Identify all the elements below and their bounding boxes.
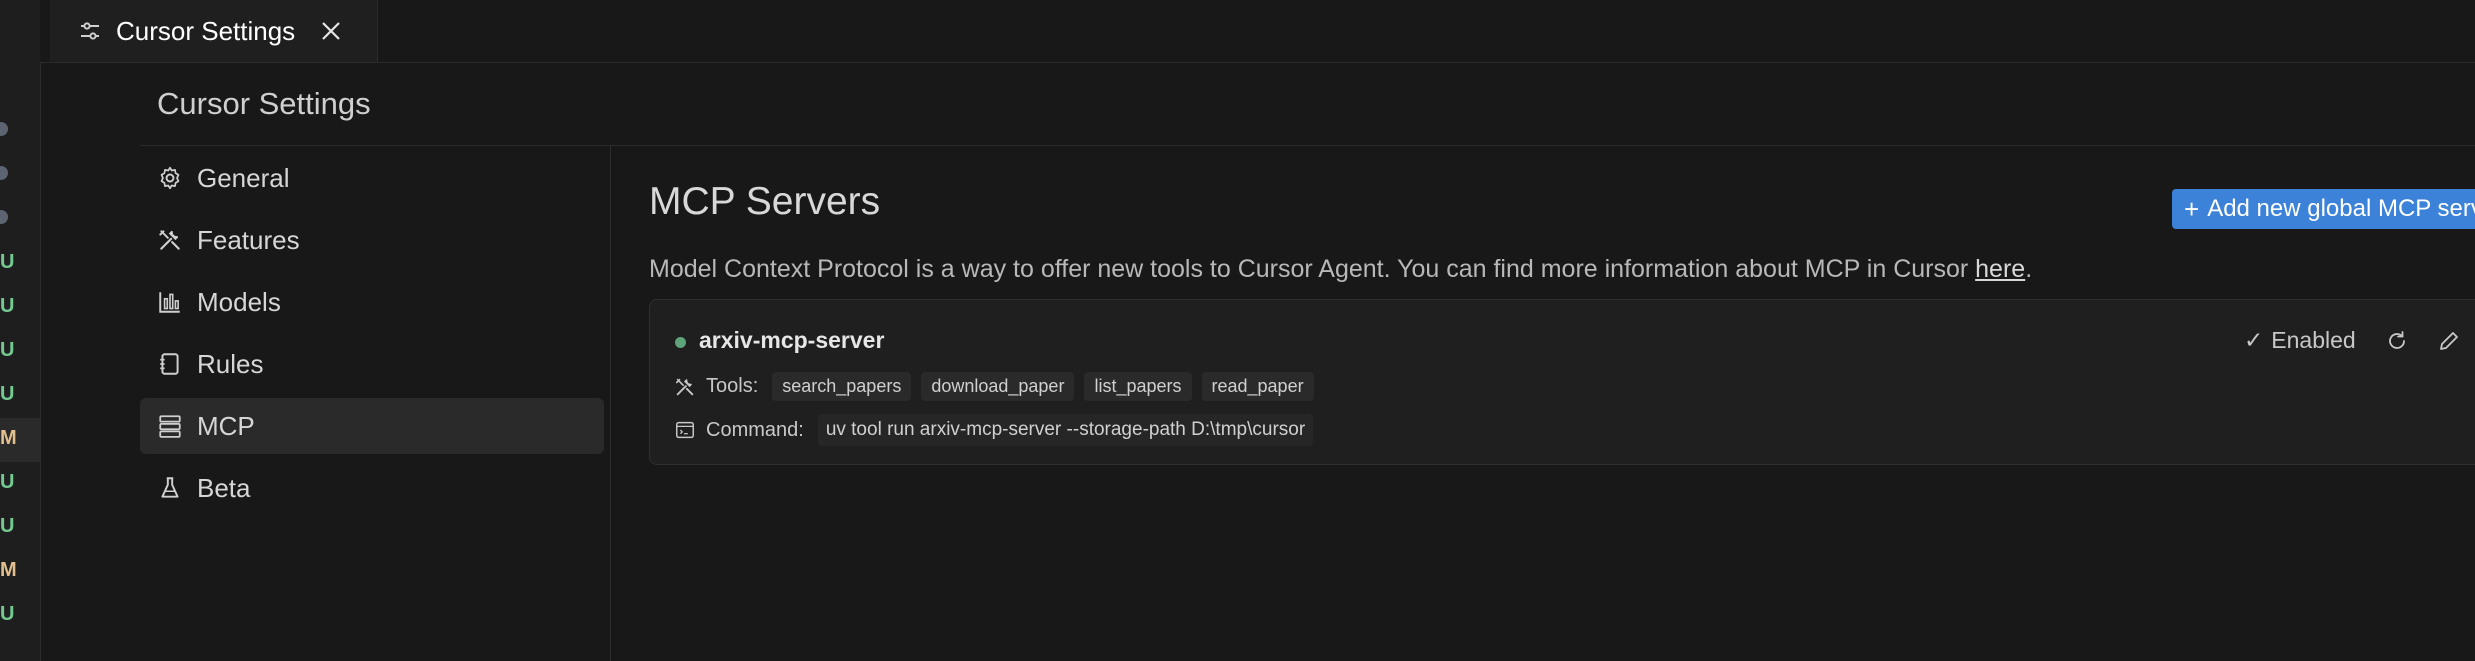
edit-pencil-icon[interactable] [2437,329,2461,353]
gutter-marker: U [0,471,15,493]
tool-chip: read_paper [1201,372,1314,401]
server-enabled-toggle[interactable]: ✓ Enabled [2244,327,2356,354]
server-name: arxiv-mcp-server [699,327,885,353]
sidebar-item-label: MCP [197,410,255,441]
close-icon[interactable] [319,19,343,43]
header-divider [140,145,2475,146]
sidebar-item-models[interactable]: Models [140,274,604,330]
gear-icon [160,166,180,190]
sidebar-item-mcp[interactable]: MCP [140,398,604,454]
editor-tab-bar: Cursor Settings [40,0,2475,63]
settings-sidebar: General Features Models Rules MCP Beta [140,150,604,522]
server-icon [159,415,181,438]
sidebar-item-label: Models [197,286,281,317]
page-title: Cursor Settings [157,86,371,121]
server-status-indicator [675,337,686,348]
plus-icon: + [2184,193,2200,224]
gutter-marker: U [0,295,15,317]
gutter-marker: U [0,339,15,361]
gutter-marker: U [0,383,15,405]
gutter-dot [0,122,8,136]
flask-icon [161,477,179,498]
check-icon: ✓ [2244,327,2264,353]
settings-sliders-icon [81,22,99,40]
add-button-label: Add new global MCP server [2207,195,2475,222]
cursor-settings-window: U U U U M U U M U Cursor Settings Cursor… [0,0,2475,661]
sidebar-item-label: Rules [197,348,264,379]
sidebar-item-label: General [197,162,290,193]
sidebar-divider [610,146,611,661]
gutter-marker: U [0,603,15,625]
notebook-icon [160,353,179,375]
tools-icon [675,378,694,395]
gutter-dot [0,210,8,224]
gutter-dot [0,166,8,180]
tool-chip: download_paper [921,372,1075,401]
enabled-label: Enabled [2271,327,2356,353]
command-value: uv tool run arxiv-mcp-server --storage-p… [817,414,1314,446]
sidebar-item-general[interactable]: General [140,150,604,206]
description-text: Model Context Protocol is a way to offer… [649,255,1976,283]
tools-icon [159,230,180,250]
server-command-row: Command: uv tool run arxiv-mcp-server --… [674,414,1314,446]
sidebar-item-beta[interactable]: Beta [140,460,604,516]
description-suffix: . [2025,255,2033,283]
gutter-marker: M [0,427,17,449]
tools-label: Tools: [706,375,759,397]
terminal-icon [676,421,694,439]
tool-chip: list_papers [1084,372,1192,401]
gutter-marker: U [0,515,15,537]
tab-cursor-settings[interactable]: Cursor Settings [50,0,378,62]
explorer-gutter: U U U U M U U M U [0,0,41,661]
sidebar-item-label: Beta [197,472,251,503]
tool-chip: search_papers [772,372,912,401]
more-info-link[interactable]: here [1975,255,2025,283]
add-global-mcp-server-button[interactable]: + Add new global MCP server [2172,189,2475,229]
mcp-server-card: arxiv-mcp-server ✓ Enabled Tools: search… [649,299,2475,465]
sidebar-item-rules[interactable]: Rules [140,336,604,392]
refresh-icon[interactable] [2385,329,2409,353]
gutter-marker: U [0,251,15,273]
tab-label: Cursor Settings [116,15,296,46]
mcp-servers-panel: MCP Servers + Add new global MCP server … [649,180,2475,465]
sidebar-item-features[interactable]: Features [140,212,604,268]
section-description: Model Context Protocol is a way to offer… [649,255,2032,284]
server-tools-row: Tools: search_papers download_paper list… [674,372,1324,401]
bar-chart-icon [159,292,180,313]
command-label: Command: [706,418,804,441]
gutter-marker: M [0,559,17,581]
sidebar-item-label: Features [197,224,300,255]
